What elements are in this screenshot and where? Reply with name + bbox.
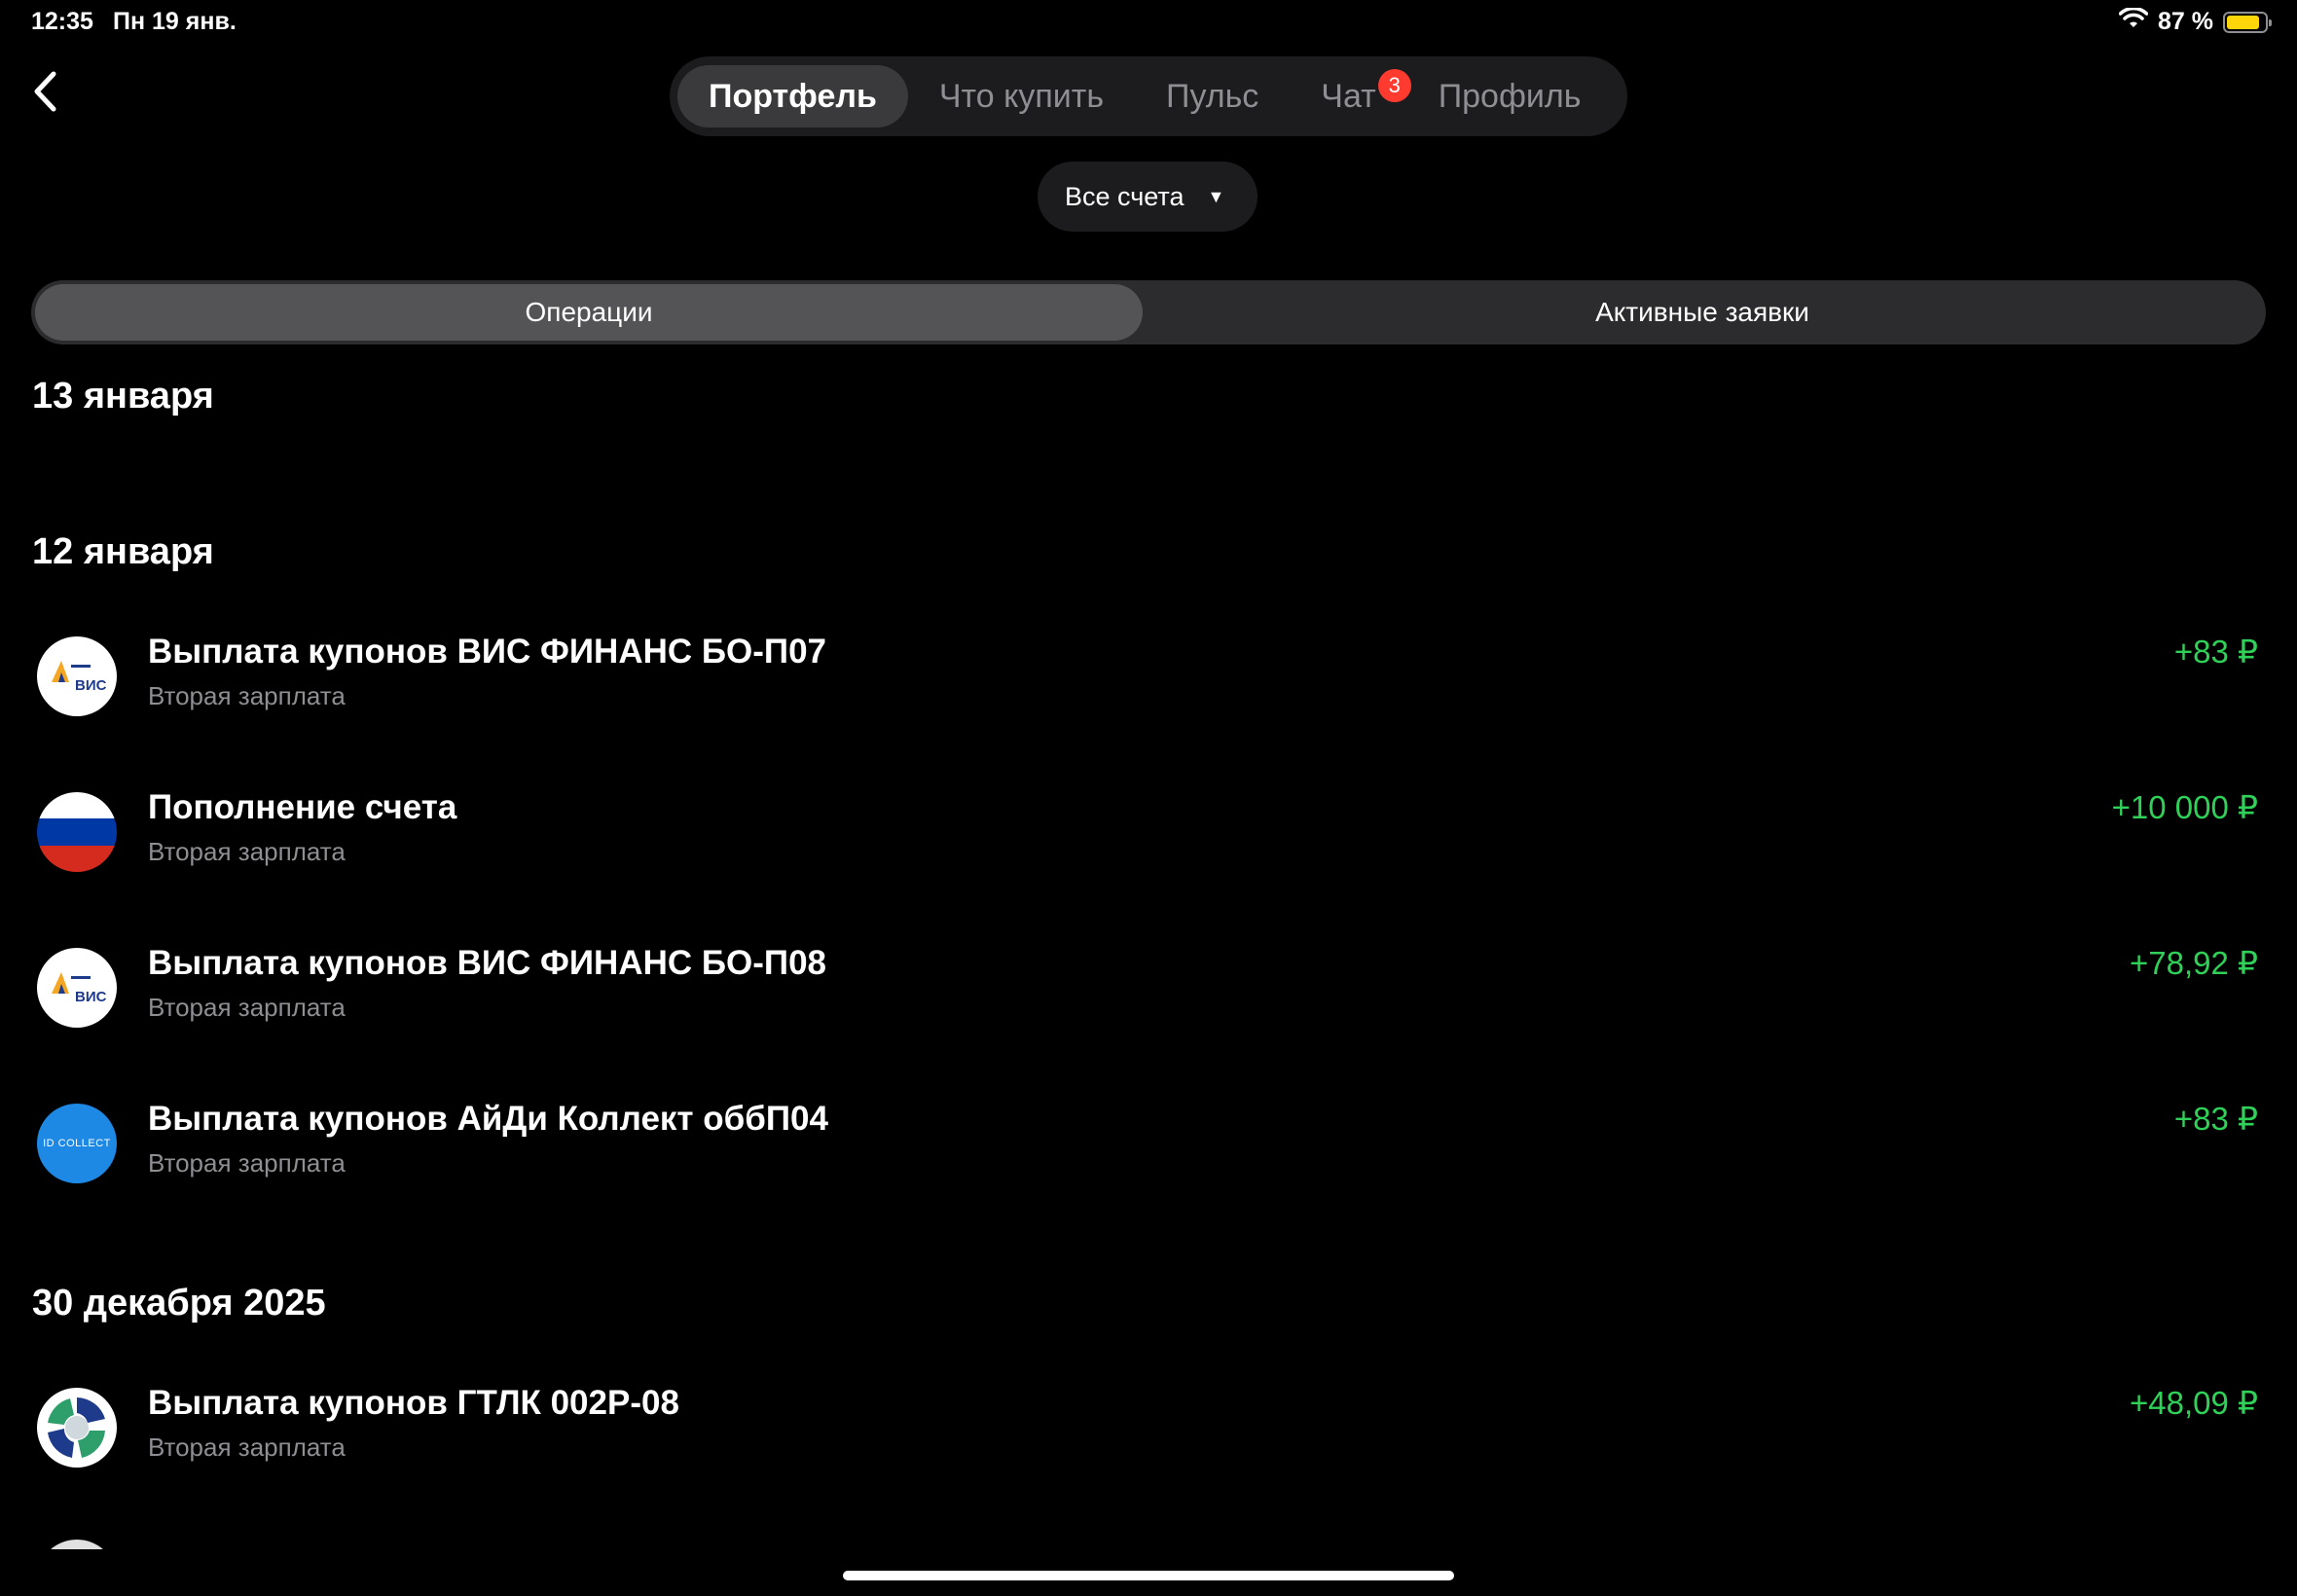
operation-amount: +83 ₽ — [2173, 634, 2258, 670]
status-indicators: 87 % — [2118, 6, 2272, 36]
account-select[interactable]: Все счета ▼ — [1038, 162, 1258, 232]
svg-text:ВИС: ВИС — [75, 989, 107, 1005]
list-item-peek — [37, 1540, 117, 1549]
operation-row[interactable]: ВИС Выплата купонов ВИС ФИНАНС БО-П07 Вт… — [0, 623, 2297, 749]
date-header: 13 января — [32, 376, 214, 417]
status-bar: 12:35 Пн 19 янв. 87 % — [0, 0, 2297, 47]
tab-portfolio[interactable]: Портфель — [677, 65, 908, 127]
caret-down-icon: ▼ — [1207, 186, 1225, 206]
home-indicator[interactable] — [843, 1571, 1454, 1580]
operation-account: Вторая зарплата — [148, 681, 346, 710]
account-select-label: Все счета — [1065, 181, 1185, 211]
tab-pulse[interactable]: Пульс — [1135, 65, 1290, 127]
operation-title: Выплата купонов ВИС ФИНАНС БО-П08 — [148, 944, 827, 982]
operation-amount: +10 000 ₽ — [2111, 789, 2258, 825]
status-time: 12:35 — [31, 8, 93, 35]
chat-badge: 3 — [1377, 69, 1411, 102]
top-tab-bar: Портфель Что купить Пульс Чат 3 Профиль — [670, 56, 1627, 136]
operation-row[interactable]: Пополнение счета Вторая зарплата +10 000… — [0, 779, 2297, 905]
wifi-icon — [2118, 6, 2149, 36]
chevron-left-icon — [34, 71, 56, 112]
segment-operations[interactable]: Операции — [35, 284, 1143, 341]
vis-logo: ВИС — [37, 948, 117, 1028]
operation-title: Выплата купонов ВИС ФИНАНС БО-П07 — [148, 633, 827, 671]
segment-active-orders[interactable]: Активные заявки — [1143, 284, 2262, 341]
operation-account: Вторая зарплата — [148, 1148, 346, 1178]
operation-title: Выплата купонов АйДи Коллект оббП04 — [148, 1100, 828, 1138]
operation-row[interactable]: ВИС Выплата купонов ВИС ФИНАНС БО-П08 Вт… — [0, 934, 2297, 1061]
operation-row[interactable]: Выплата купонов ГТЛК 002Р-08 Вторая зарп… — [0, 1374, 2297, 1501]
date-header: 30 декабря 2025 — [32, 1283, 326, 1324]
status-date: Пн 19 янв. — [113, 8, 237, 35]
operation-account: Вторая зарплата — [148, 1433, 346, 1462]
operation-account: Вторая зарплата — [148, 993, 346, 1022]
battery-percent: 87 % — [2158, 8, 2213, 35]
operations-segmented-control: Операции Активные заявки — [31, 280, 2266, 345]
back-button[interactable] — [21, 68, 68, 115]
tab-profile[interactable]: Профиль — [1407, 65, 1613, 127]
operation-amount: +78,92 ₽ — [2129, 945, 2258, 981]
tab-chat[interactable]: Чат 3 — [1290, 65, 1411, 127]
operation-title: Пополнение счета — [148, 788, 457, 826]
battery-icon — [2223, 11, 2272, 33]
svg-text:ВИС: ВИС — [75, 677, 107, 694]
operation-amount: +48,09 ₽ — [2129, 1385, 2258, 1421]
operation-title: Выплата купонов ГТЛК 002Р-08 — [148, 1384, 679, 1422]
vis-logo: ВИС — [37, 636, 117, 716]
tab-what-to-buy[interactable]: Что купить — [908, 65, 1135, 127]
operation-amount: +83 ₽ — [2173, 1101, 2258, 1137]
operation-account: Вторая зарплата — [148, 837, 346, 866]
id-collect-logo: ID COLLECT — [37, 1104, 117, 1183]
russia-flag-icon — [37, 792, 117, 872]
operation-row[interactable]: ID COLLECT Выплата купонов АйДи Коллект … — [0, 1090, 2297, 1216]
gtlk-logo — [37, 1388, 117, 1468]
date-header: 12 января — [32, 531, 214, 572]
